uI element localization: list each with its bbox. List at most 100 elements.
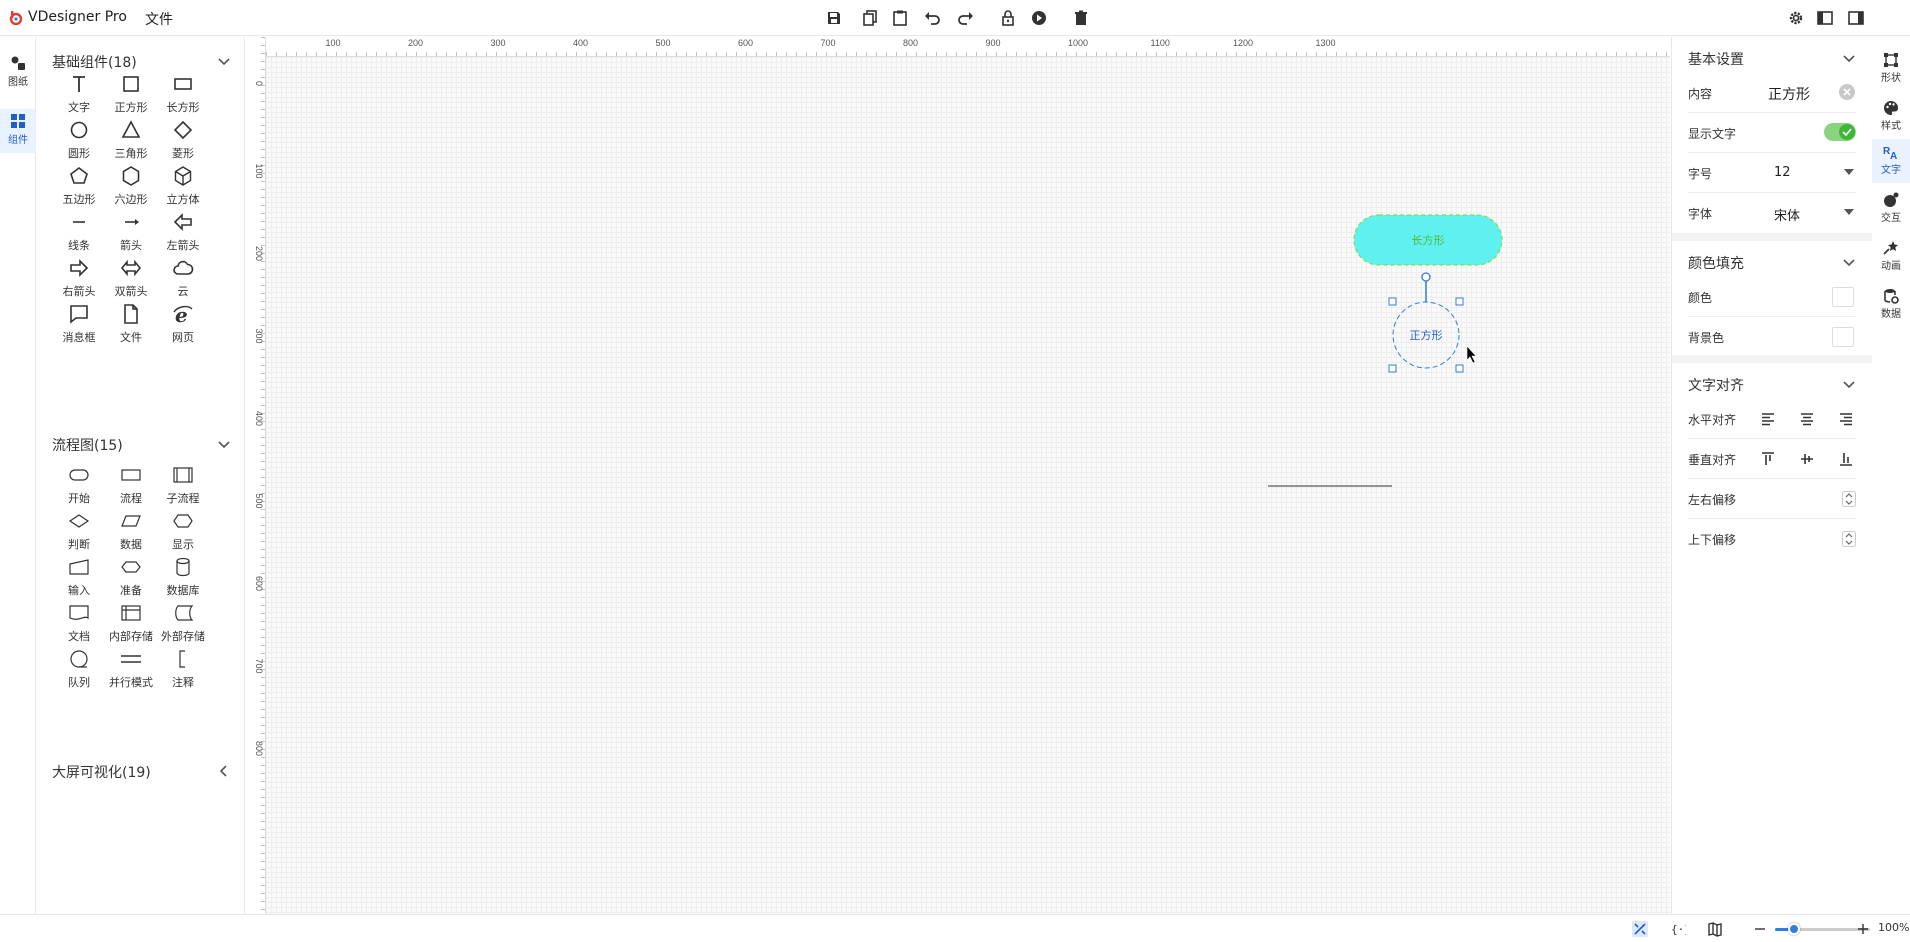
file-menu[interactable]: 文件 <box>145 9 173 29</box>
selected-shape-label: 正方形 <box>1410 328 1443 342</box>
check-icon <box>1842 128 1852 136</box>
component-item[interactable]: 长方形 <box>151 73 215 123</box>
selected-circle-shape[interactable]: 正方形 <box>1388 272 1464 373</box>
section-color-fill[interactable]: 颜色填充 <box>1672 245 1872 277</box>
component-item[interactable]: 显示 <box>151 510 215 560</box>
rail-item-animation[interactable]: 动画 <box>1872 235 1910 279</box>
font-family-row[interactable]: 字体 宋体 <box>1688 193 1856 233</box>
rail-item-interaction[interactable]: 交互 <box>1872 187 1910 231</box>
section-title: 文字对齐 <box>1688 378 1744 394</box>
section-basic-components[interactable]: 基础组件(18) <box>37 45 245 75</box>
rail-item-style[interactable]: 样式 <box>1872 95 1910 139</box>
zoom-in-icon[interactable] <box>1855 921 1871 937</box>
font-family-label: 字体 <box>1688 207 1713 221</box>
animation-icon <box>1883 241 1898 255</box>
database-icon <box>176 557 190 577</box>
rotate-handle[interactable] <box>1421 272 1431 282</box>
caret-down-icon[interactable] <box>1844 169 1854 175</box>
map-icon[interactable] <box>1707 921 1723 937</box>
align-left-icon[interactable] <box>1760 411 1776 427</box>
document-icon <box>69 605 89 620</box>
rail-label: 图纸 <box>8 77 28 88</box>
component-label: 菱形 <box>172 147 194 160</box>
align-center-icon[interactable] <box>1799 411 1815 427</box>
component-item[interactable]: 注释 <box>151 648 215 698</box>
copy-icon[interactable] <box>861 9 879 27</box>
rail-item-data[interactable]: 数据 <box>1872 283 1910 327</box>
component-item[interactable]: e 网页 <box>151 303 215 353</box>
message-icon <box>70 305 88 324</box>
show-text-toggle[interactable] <box>1824 123 1856 141</box>
resize-handle[interactable] <box>1455 364 1464 373</box>
component-item[interactable]: 子流程 <box>151 464 215 514</box>
color-swatch[interactable] <box>1832 287 1854 307</box>
cube-icon <box>174 166 192 186</box>
component-item[interactable]: 云 <box>151 257 215 307</box>
canvas-shapes: 长方形 正方形 <box>1268 214 1503 487</box>
stepper-icon[interactable] <box>1842 491 1856 507</box>
right-rail: 形状 样式 RA 文字 交互 动画 数据 <box>1872 37 1910 914</box>
bg-color-row: 背景色 <box>1688 317 1856 357</box>
font-family-value[interactable]: 宋体 <box>1774 205 1800 224</box>
rounded-rectangle-shape[interactable]: 长方形 <box>1353 214 1503 266</box>
rail-item-text[interactable]: RA 文字 <box>1872 139 1910 183</box>
section-title: 大屏可视化(19) <box>52 765 151 781</box>
section-big-screen[interactable]: 大屏可视化(19) <box>37 755 245 785</box>
section-flowchart[interactable]: 流程图(15) <box>37 428 245 458</box>
component-item[interactable]: 外部存储 <box>151 602 215 652</box>
canvas[interactable]: 0100200300400500600700800900100011001200… <box>246 37 1670 914</box>
chevron-down-icon <box>1843 55 1855 63</box>
section-text-align[interactable]: 文字对齐 <box>1672 367 1872 399</box>
paste-icon[interactable] <box>891 9 909 27</box>
content-value[interactable]: 正方形 <box>1768 84 1810 104</box>
internal-storage-icon <box>121 605 141 621</box>
queue-icon <box>70 650 88 668</box>
lock-icon[interactable] <box>999 9 1017 27</box>
content-row: 内容 正方形 <box>1688 73 1856 113</box>
preview-icon[interactable] <box>1030 9 1048 27</box>
resize-handle[interactable] <box>1388 297 1397 306</box>
clear-icon[interactable] <box>1838 83 1856 101</box>
align-bottom-icon[interactable] <box>1838 451 1854 467</box>
ud-offset-row: 上下偏移 <box>1688 519 1856 559</box>
zoom-out-icon[interactable] <box>1752 921 1768 937</box>
save-icon[interactable] <box>825 9 843 27</box>
delete-icon[interactable] <box>1072 9 1090 27</box>
rail-item-components[interactable]: 组件 <box>0 109 36 153</box>
component-label: 长方形 <box>166 101 200 114</box>
align-right-icon[interactable] <box>1838 411 1854 427</box>
code-icon[interactable]: {·} <box>1670 921 1691 937</box>
font-size-value[interactable]: 12 <box>1774 165 1791 180</box>
component-item[interactable]: 数据库 <box>151 556 215 606</box>
chevron-down-icon <box>1843 259 1855 267</box>
bg-color-swatch[interactable] <box>1832 327 1854 347</box>
settings-icon[interactable] <box>1787 9 1805 27</box>
resize-handle[interactable] <box>1455 297 1464 306</box>
section-basic-settings[interactable]: 基本设置 <box>1672 41 1872 73</box>
left-rail: 图纸 组件 <box>0 37 36 914</box>
component-item[interactable]: 菱形 <box>151 119 215 169</box>
rail-item-drawing[interactable]: 图纸 <box>0 51 36 95</box>
diamond-icon <box>173 120 193 140</box>
hexagon-icon <box>122 166 140 186</box>
align-middle-icon[interactable] <box>1799 451 1815 467</box>
toggle-right-panel-icon[interactable] <box>1847 9 1865 27</box>
chevron-left-icon <box>219 765 227 777</box>
toggle-left-panel-icon[interactable] <box>1816 9 1834 27</box>
zoom-slider-knob[interactable] <box>1788 923 1800 935</box>
undo-icon[interactable] <box>923 9 941 27</box>
double-arrow-icon <box>120 259 142 277</box>
data-icon <box>121 515 141 527</box>
resize-handle[interactable] <box>1388 364 1397 373</box>
left-arrow-icon <box>173 213 192 231</box>
rail-item-shape[interactable]: 形状 <box>1872 47 1910 91</box>
align-top-icon[interactable] <box>1760 451 1776 467</box>
stepper-icon[interactable] <box>1842 531 1856 547</box>
redo-icon[interactable] <box>957 9 975 27</box>
snap-toggle-icon[interactable] <box>1632 921 1648 937</box>
component-item[interactable]: 左箭头 <box>151 211 215 261</box>
parallel-icon <box>121 655 141 663</box>
component-item[interactable]: 立方体 <box>151 165 215 215</box>
caret-down-icon[interactable] <box>1844 209 1854 215</box>
font-size-row[interactable]: 字号 12 <box>1688 153 1856 193</box>
